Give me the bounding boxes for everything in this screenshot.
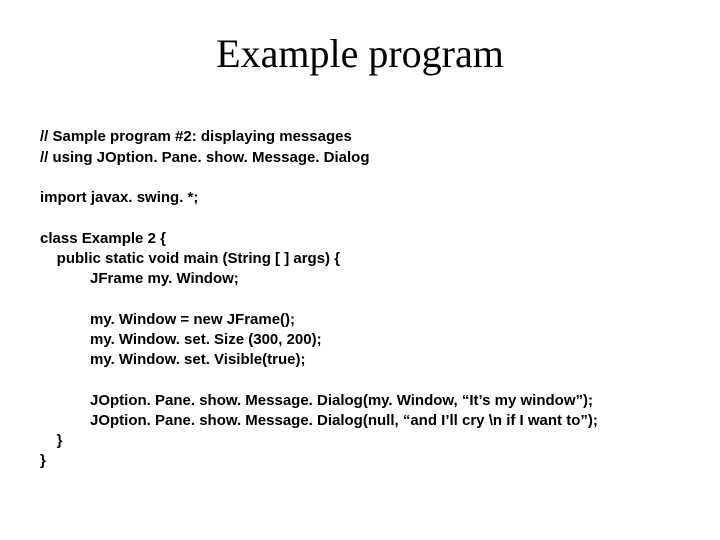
code-line: class Example 2 {: [40, 230, 166, 247]
code-line: my. Window. set. Size (300, 200);: [40, 331, 322, 348]
code-line: public static void main (String [ ] args…: [40, 250, 340, 267]
code-line: JOption. Pane. show. Message. Dialog(my.…: [40, 392, 593, 409]
slide: Example program // Sample program #2: di…: [0, 0, 720, 492]
code-line: // Sample program #2: displaying message…: [40, 128, 352, 145]
slide-title: Example program: [40, 30, 680, 77]
code-line: JOption. Pane. show. Message. Dialog(nul…: [40, 412, 598, 429]
code-block: // Sample program #2: displaying message…: [40, 107, 680, 472]
code-line: my. Window. set. Visible(true);: [40, 351, 305, 368]
code-line: my. Window = new JFrame();: [40, 311, 295, 328]
code-line: import javax. swing. *;: [40, 189, 198, 206]
code-line: // using JOption. Pane. show. Message. D…: [40, 149, 370, 166]
code-line: }: [40, 452, 46, 469]
code-line: }: [40, 432, 63, 449]
code-line: JFrame my. Window;: [40, 270, 239, 287]
